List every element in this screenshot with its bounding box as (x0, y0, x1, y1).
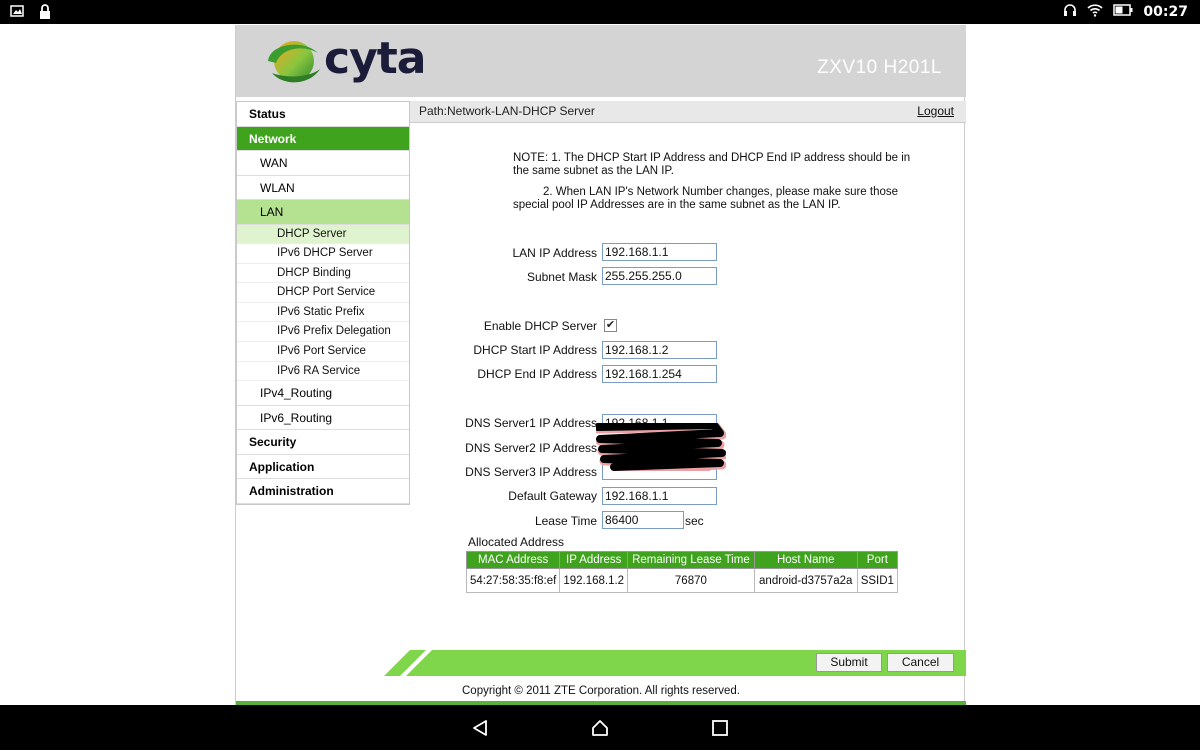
nav-status[interactable]: Status (237, 102, 409, 127)
home-icon[interactable] (590, 718, 610, 743)
router-page: cyta ZXV10 H201L Status Network WAN WLAN… (235, 25, 966, 705)
nav-dhcp-binding[interactable]: DHCP Binding (237, 264, 409, 284)
wifi-icon (1087, 3, 1103, 21)
lease-row: Lease Time (436, 512, 597, 530)
allocated-address-title: Allocated Address (468, 535, 565, 549)
gateway-row: Default Gateway (436, 487, 597, 505)
note-line-2: 2. When LAN IP's Network Number changes,… (513, 186, 899, 211)
lease-label: Lease Time (534, 514, 597, 528)
submit-button[interactable]: Submit (816, 653, 882, 672)
recent-apps-icon[interactable] (711, 719, 729, 742)
col-host-name: Host Name (753, 551, 858, 569)
sidebar-nav: Status Network WAN WLAN LAN DHCP Server … (236, 101, 410, 505)
nav-dhcp-port-service[interactable]: DHCP Port Service (237, 283, 409, 303)
android-nav-bar (0, 705, 1200, 750)
breadcrumb-path: Path:Network-LAN-DHCP Server (419, 104, 595, 118)
breadcrumb: Path:Network-LAN-DHCP Server Logout (410, 101, 966, 123)
dns1-row: DNS Server1 IP Address (436, 414, 597, 432)
nav-wlan[interactable]: WLAN (237, 176, 409, 200)
dhcp-note: NOTE: 1. The DHCP Start IP Address and D… (513, 152, 923, 212)
allocated-address-table: MAC Address IP Address Remaining Lease T… (465, 551, 898, 593)
dns3-row: DNS Server3 IP Address (436, 463, 597, 481)
battery-icon (1113, 4, 1133, 20)
col-remaining-lease: Remaining Lease Time (627, 551, 755, 569)
col-mac: MAC Address (465, 551, 561, 569)
headset-icon (1063, 3, 1077, 21)
cell-mac: 54:27:58:35:f8:ef (465, 568, 561, 593)
end-ip-row: DHCP End IP Address (436, 365, 597, 383)
redaction-scribble (596, 423, 726, 471)
nav-dhcp-server[interactable]: DHCP Server (237, 224, 409, 245)
dns1-label: DNS Server1 IP Address (465, 416, 597, 430)
lan-ip-row: LAN IP Address (436, 244, 598, 262)
table-header-row: MAC Address IP Address Remaining Lease T… (465, 551, 898, 569)
cyta-logo-icon (264, 33, 324, 94)
nav-ipv6-port-service[interactable]: IPv6 Port Service (237, 342, 409, 362)
enable-dhcp-checkbox[interactable]: ✔ (604, 319, 617, 332)
nav-lan[interactable]: LAN (237, 200, 409, 225)
cancel-button[interactable]: Cancel (887, 653, 954, 672)
android-status-bar: 00:27 (0, 0, 1200, 24)
lease-time-field[interactable]: 86400 (602, 511, 684, 529)
table-row: 54:27:58:35:f8:ef 192.168.1.2 76870 andr… (465, 568, 898, 593)
page-header: cyta ZXV10 H201L (236, 25, 966, 97)
nav-ipv4-routing[interactable]: IPv4_Routing (237, 381, 409, 406)
nav-wan[interactable]: WAN (237, 151, 409, 176)
dhcp-start-ip-field[interactable]: 192.168.1.2 (602, 341, 717, 359)
start-ip-label: DHCP Start IP Address (473, 343, 597, 357)
nav-security[interactable]: Security (237, 430, 409, 455)
device-model: ZXV10 H201L (817, 57, 942, 78)
nav-administration[interactable]: Administration (237, 479, 409, 504)
enable-dhcp-row: Enable DHCP Server (436, 317, 597, 335)
nav-network[interactable]: Network (237, 126, 409, 151)
col-port: Port (856, 551, 898, 569)
nav-application[interactable]: Application (237, 455, 409, 480)
col-ip: IP Address (559, 551, 629, 569)
subnet-row: Subnet Mask (436, 268, 597, 286)
lock-icon (38, 4, 52, 19)
logo-text: cyta (324, 33, 426, 84)
cell-ip: 192.168.1.2 (559, 568, 629, 593)
subnet-label: Subnet Mask (526, 270, 597, 284)
note-line-1: NOTE: 1. The DHCP Start IP Address and D… (513, 152, 911, 177)
dns2-label: DNS Server2 IP Address (465, 441, 597, 455)
dns2-row: DNS Server2 IP Address (436, 439, 597, 457)
end-ip-label: DHCP End IP Address (477, 367, 597, 381)
gateway-label: Default Gateway (508, 489, 597, 503)
default-gateway-field[interactable]: 192.168.1.1 (602, 487, 717, 505)
start-ip-row: DHCP Start IP Address (436, 341, 597, 359)
clock-time: 00:27 (1143, 4, 1188, 20)
cell-host-name: android-d3757a2a (753, 568, 858, 593)
nav-ipv6-dhcp-server[interactable]: IPv6 DHCP Server (237, 244, 409, 264)
dns3-label: DNS Server3 IP Address (465, 465, 597, 479)
cell-port: SSID1 (856, 568, 898, 593)
lan-ip-label: LAN IP Address (512, 246, 598, 260)
copyright-text: Copyright © 2011 ZTE Corporation. All ri… (462, 685, 740, 697)
nav-ipv6-static-prefix[interactable]: IPv6 Static Prefix (237, 303, 409, 323)
cell-remaining-lease: 76870 (627, 568, 755, 593)
nav-ipv6-ra-service[interactable]: IPv6 RA Service (237, 362, 409, 382)
enable-dhcp-label: Enable DHCP Server (483, 319, 597, 333)
logout-link[interactable]: Logout (917, 101, 954, 122)
dhcp-end-ip-field[interactable]: 192.168.1.254 (602, 365, 717, 383)
lease-unit: sec (685, 514, 704, 528)
back-icon[interactable] (471, 719, 489, 742)
nav-ipv6-routing[interactable]: IPv6_Routing (237, 406, 409, 431)
lan-ip-field[interactable]: 192.168.1.1 (602, 243, 717, 261)
subnet-mask-field[interactable]: 255.255.255.0 (602, 267, 717, 285)
image-icon (10, 4, 24, 18)
nav-ipv6-prefix-delegation[interactable]: IPv6 Prefix Delegation (237, 322, 409, 343)
